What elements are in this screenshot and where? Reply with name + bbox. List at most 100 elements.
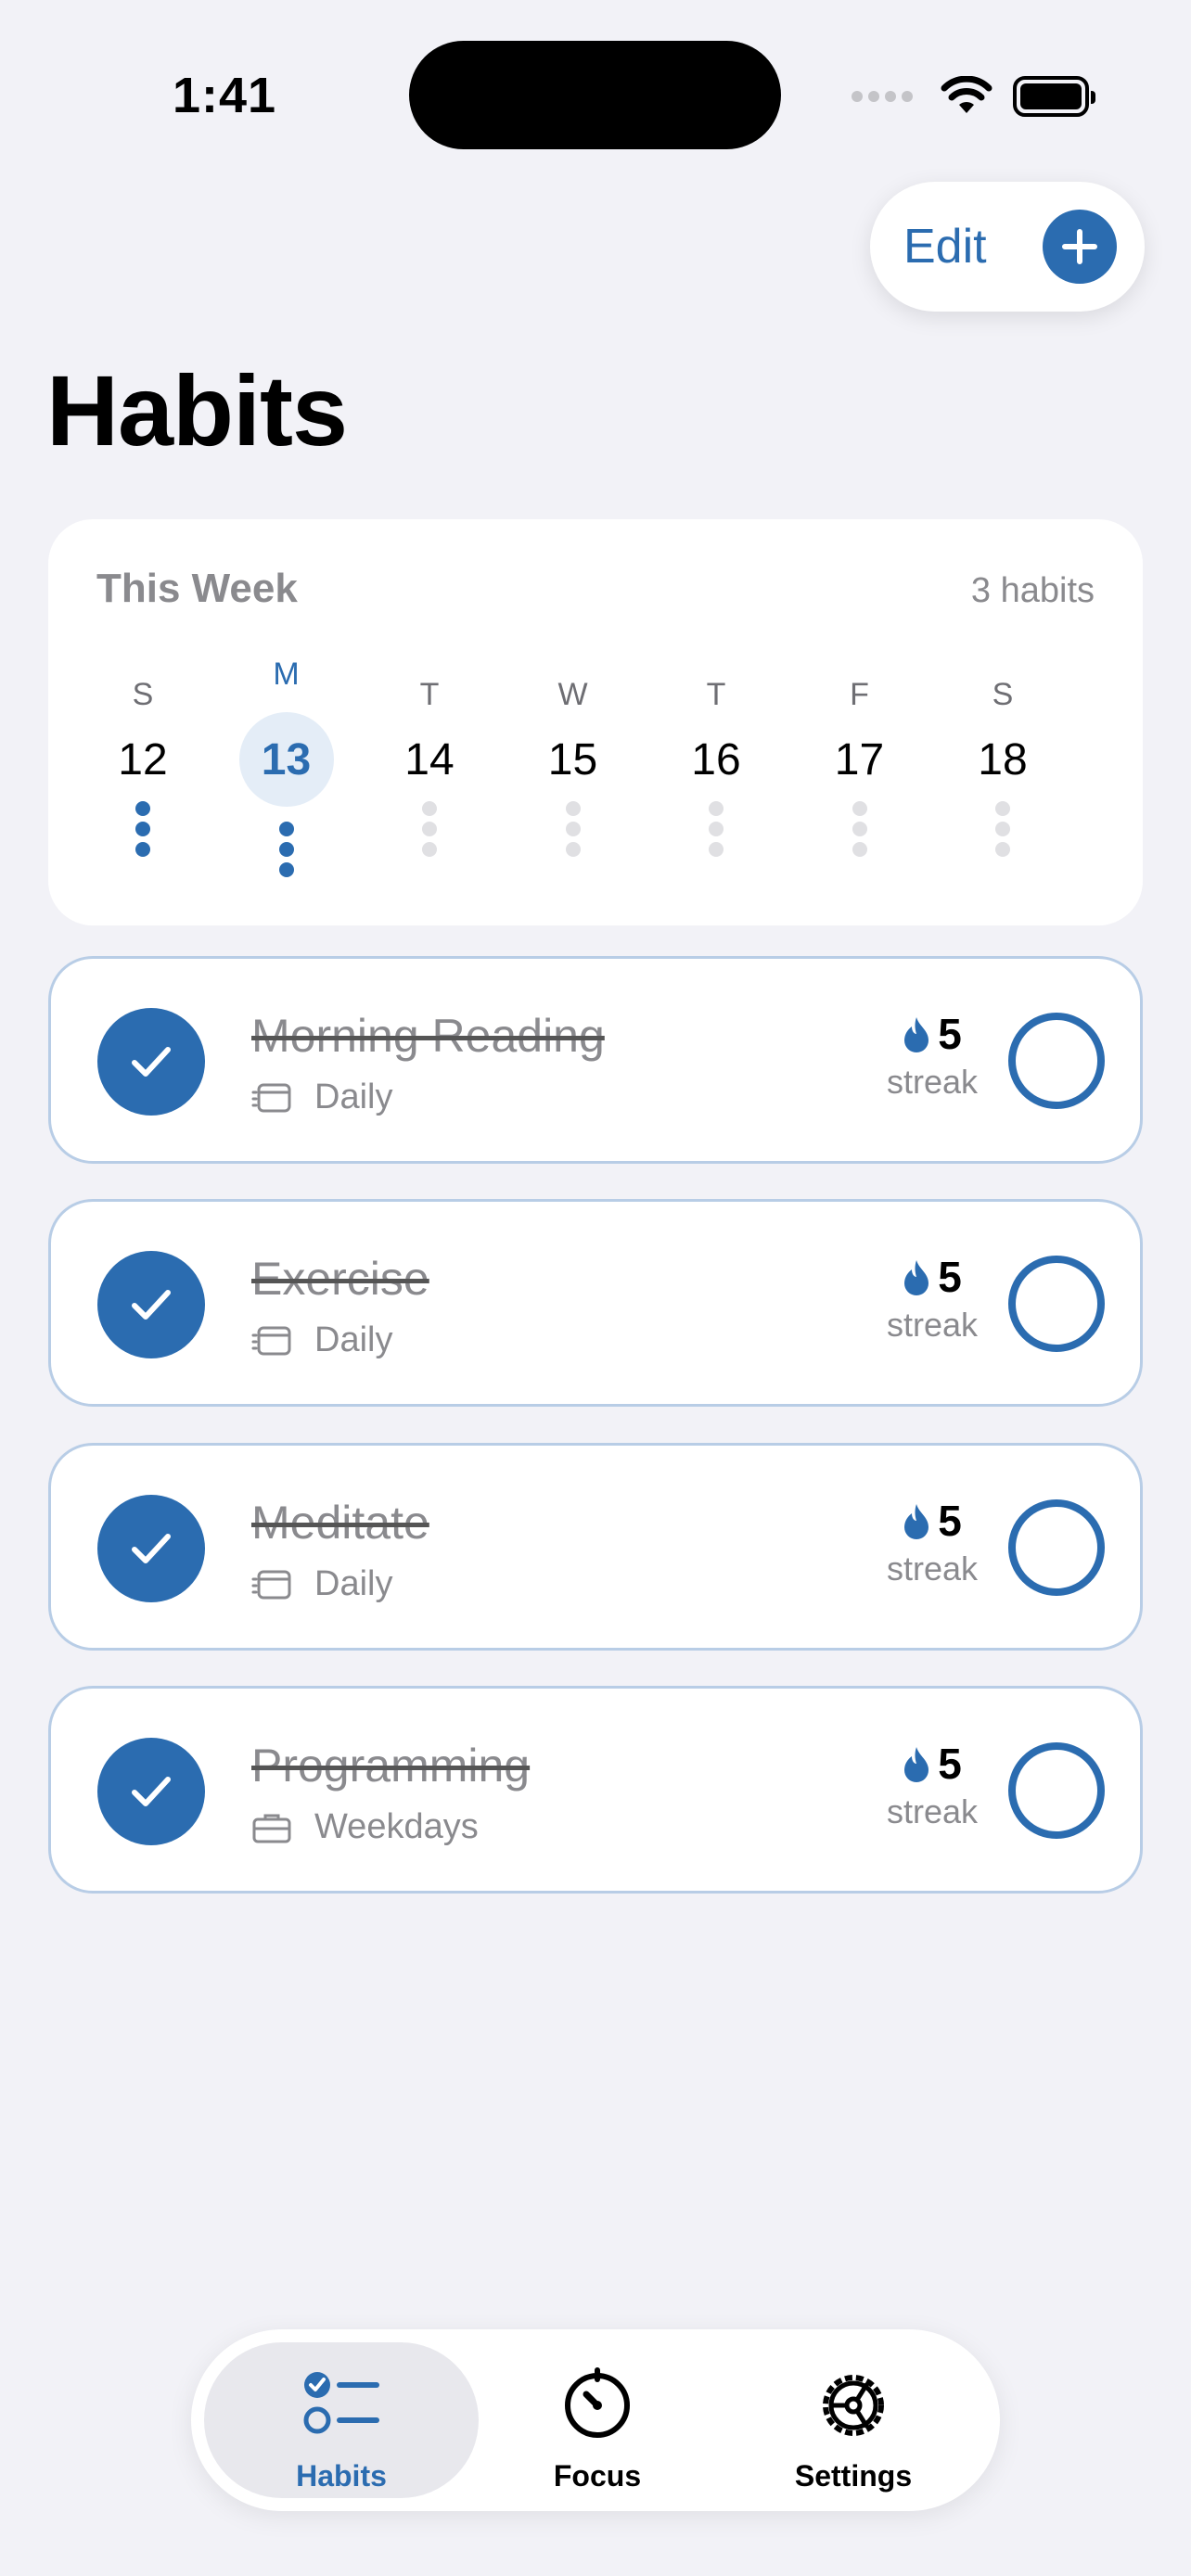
flame-icon	[904, 1017, 929, 1052]
day-number-badge: 17	[813, 712, 907, 807]
edit-button[interactable]: Edit	[903, 219, 987, 274]
progress-ring[interactable]	[1008, 1499, 1105, 1596]
progress-ring[interactable]	[1008, 1013, 1105, 1109]
habit-card[interactable]: Programming Weekdays 5 streak	[48, 1686, 1143, 1894]
week-card: This Week 3 habits S 12 M 13 T 14 W 15 T 16 F 17 S 18	[48, 519, 1143, 925]
streak-label: streak	[886, 1306, 979, 1344]
day-number-badge: 15	[526, 712, 621, 807]
tab-bar: Habits Focus Settings	[191, 2329, 1000, 2511]
day-letter: M	[273, 657, 300, 692]
streak-indicator: 5 streak	[867, 1496, 997, 1588]
day-number: 14	[404, 734, 455, 784]
day-letter: W	[557, 677, 588, 712]
completion-dots	[278, 822, 295, 883]
tab-label: Focus	[553, 2459, 642, 2493]
day-letter: S	[992, 677, 1014, 712]
streak-label: streak	[886, 1063, 979, 1101]
frequency-label: Daily	[314, 1078, 393, 1116]
week-title: This Week	[96, 566, 298, 611]
streak-label: streak	[886, 1549, 979, 1588]
calendar-icon	[251, 1570, 291, 1599]
day-number-badge: 14	[382, 712, 477, 807]
streak-count: 5	[938, 1010, 962, 1058]
habit-frequency: Weekdays	[251, 1807, 479, 1847]
day-number: 15	[547, 734, 598, 784]
gear-icon	[823, 2375, 884, 2436]
briefcase-icon	[252, 1814, 291, 1843]
streak-indicator: 5 streak	[867, 1009, 997, 1102]
add-habit-button[interactable]	[1043, 210, 1117, 284]
day-number-badge: 18	[955, 712, 1050, 807]
plus-icon	[1062, 229, 1097, 264]
completion-dots	[852, 801, 868, 862]
flame-icon	[904, 1260, 929, 1295]
day-number-badge: 12	[96, 712, 190, 807]
battery-icon	[1013, 76, 1095, 117]
habit-frequency: Daily	[251, 1078, 392, 1117]
progress-ring[interactable]	[1008, 1256, 1105, 1352]
completion-dots	[421, 801, 438, 862]
calendar-icon	[251, 1326, 291, 1355]
habit-count: 3 habits	[970, 571, 1095, 610]
streak-indicator: 5 streak	[867, 1252, 997, 1345]
habit-card[interactable]: Morning Reading Daily 5 streak	[48, 956, 1143, 1164]
page-title: Habits	[46, 354, 348, 466]
tab-habits[interactable]: Habits	[204, 2342, 479, 2498]
streak-count: 5	[938, 1497, 962, 1545]
day-number: 17	[834, 734, 885, 784]
day-letter: T	[419, 677, 440, 712]
status-time: 1:41	[173, 68, 277, 123]
completion-dots	[994, 801, 1011, 862]
habit-card[interactable]: Exercise Daily 5 streak	[48, 1199, 1143, 1407]
streak-indicator: 5 streak	[867, 1739, 997, 1831]
flame-icon	[904, 1747, 929, 1782]
flame-icon	[904, 1504, 929, 1539]
tab-settings[interactable]: Settings	[716, 2342, 991, 2498]
habit-complete-toggle[interactable]	[97, 1251, 205, 1358]
habit-name: Exercise	[251, 1253, 429, 1305]
wifi-icon	[941, 76, 992, 113]
checklist-icon	[303, 2372, 379, 2434]
streak-count: 5	[938, 1253, 962, 1301]
frequency-label: Daily	[314, 1320, 393, 1359]
day-letter: F	[850, 677, 869, 712]
habit-name: Programming	[251, 1740, 531, 1792]
streak-label: streak	[886, 1792, 979, 1830]
completion-dots	[708, 801, 724, 862]
completion-dots	[565, 801, 582, 862]
frequency-label: Weekdays	[314, 1807, 479, 1846]
habit-frequency: Daily	[251, 1564, 392, 1604]
streak-count: 5	[938, 1740, 962, 1788]
toolbar-pill: Edit	[870, 182, 1145, 312]
day-number: 13	[261, 734, 312, 784]
habit-frequency: Daily	[251, 1320, 392, 1360]
tab-focus[interactable]: Focus	[460, 2342, 735, 2498]
cellular-signal-icon	[852, 91, 913, 102]
habit-name: Morning Reading	[251, 1010, 605, 1062]
day-number: 16	[691, 734, 741, 784]
habit-card[interactable]: Meditate Daily 5 streak	[48, 1443, 1143, 1651]
checkmark-icon	[132, 1290, 171, 1320]
timer-icon	[565, 2367, 630, 2438]
frequency-label: Daily	[314, 1564, 393, 1603]
tab-label: Habits	[296, 2459, 387, 2493]
day-letter: T	[706, 677, 726, 712]
habit-complete-toggle[interactable]	[97, 1008, 205, 1116]
day-number: 12	[118, 734, 168, 784]
checkmark-icon	[132, 1777, 171, 1806]
day-number-badge: 16	[669, 712, 763, 807]
progress-ring[interactable]	[1008, 1742, 1105, 1839]
calendar-icon	[251, 1083, 291, 1112]
habit-name: Meditate	[251, 1497, 429, 1549]
dynamic-island	[409, 41, 781, 149]
day-letter: S	[132, 677, 154, 712]
checkmark-icon	[132, 1047, 171, 1077]
day-number-badge: 13	[238, 712, 334, 807]
habit-complete-toggle[interactable]	[97, 1738, 205, 1845]
day-number: 18	[978, 734, 1028, 784]
status-icons	[852, 74, 1095, 119]
habit-complete-toggle[interactable]	[97, 1495, 205, 1602]
completion-dots	[134, 801, 151, 862]
tab-label: Settings	[794, 2459, 913, 2493]
checkmark-icon	[132, 1534, 171, 1563]
